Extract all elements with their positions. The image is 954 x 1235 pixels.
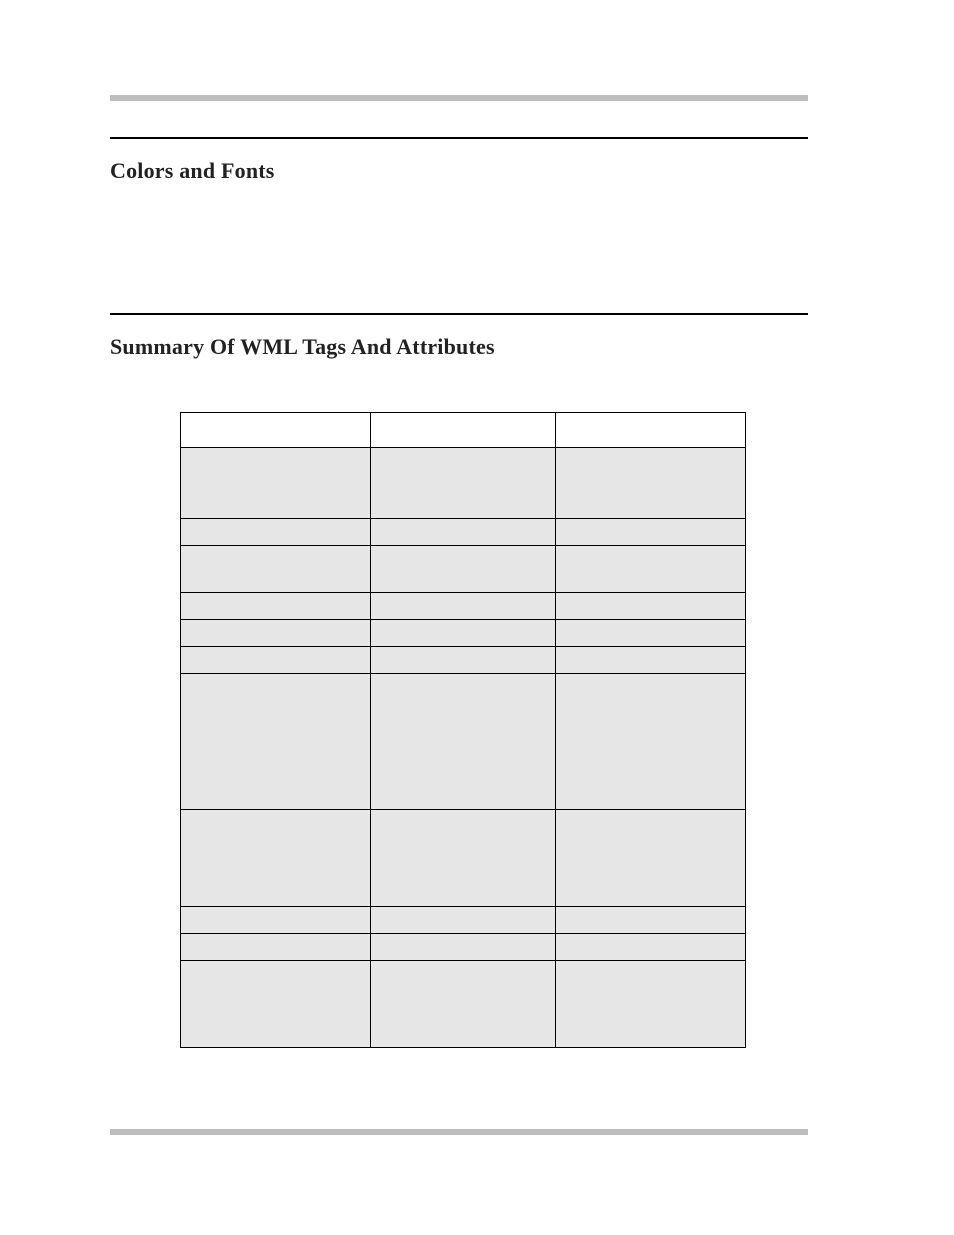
table-cell [371, 519, 556, 546]
table-cell [181, 593, 371, 620]
table-cell [371, 674, 556, 810]
table-cell [371, 907, 556, 934]
table-cell [556, 810, 746, 907]
table-row [181, 674, 746, 810]
wml-table-wrap [180, 412, 745, 1048]
table-cell [371, 546, 556, 593]
table-row [181, 907, 746, 934]
table-row [181, 546, 746, 593]
table-cell [181, 448, 371, 519]
table-cell [556, 519, 746, 546]
table-cell [556, 546, 746, 593]
table-cell [556, 674, 746, 810]
table-cell [181, 961, 371, 1048]
table-cell [181, 674, 371, 810]
table-cell [181, 907, 371, 934]
table-row [181, 810, 746, 907]
section2-title: Summary Of WML Tags And Attributes [110, 334, 495, 360]
table-cell [371, 647, 556, 674]
bottom-divider [110, 1129, 808, 1135]
table-cell [371, 810, 556, 907]
section1-title: Colors and Fonts [110, 158, 275, 184]
table-cell [556, 448, 746, 519]
table-row [181, 647, 746, 674]
table-row [181, 593, 746, 620]
table-header-cell [371, 413, 556, 448]
table-cell [556, 907, 746, 934]
table-cell [371, 448, 556, 519]
table-cell [181, 934, 371, 961]
page: Colors and Fonts Summary Of WML Tags And… [0, 0, 954, 1235]
table-row [181, 448, 746, 519]
table-header-cell [181, 413, 371, 448]
table-cell [181, 810, 371, 907]
table-cell [371, 593, 556, 620]
table-cell [371, 961, 556, 1048]
table-header-row [181, 413, 746, 448]
table-cell [181, 647, 371, 674]
table-cell [556, 593, 746, 620]
table-cell [181, 519, 371, 546]
table-row [181, 961, 746, 1048]
table-cell [556, 934, 746, 961]
table-cell [181, 620, 371, 647]
table-cell [371, 934, 556, 961]
table-row [181, 934, 746, 961]
top-divider [110, 95, 808, 101]
table-cell [556, 620, 746, 647]
table-row [181, 519, 746, 546]
table-cell [181, 546, 371, 593]
section2-rule [110, 313, 808, 315]
table-row [181, 620, 746, 647]
table-cell [556, 961, 746, 1048]
section1-rule [110, 137, 808, 139]
wml-tags-table [180, 412, 746, 1048]
table-header-cell [556, 413, 746, 448]
table-cell [371, 620, 556, 647]
table-cell [556, 647, 746, 674]
